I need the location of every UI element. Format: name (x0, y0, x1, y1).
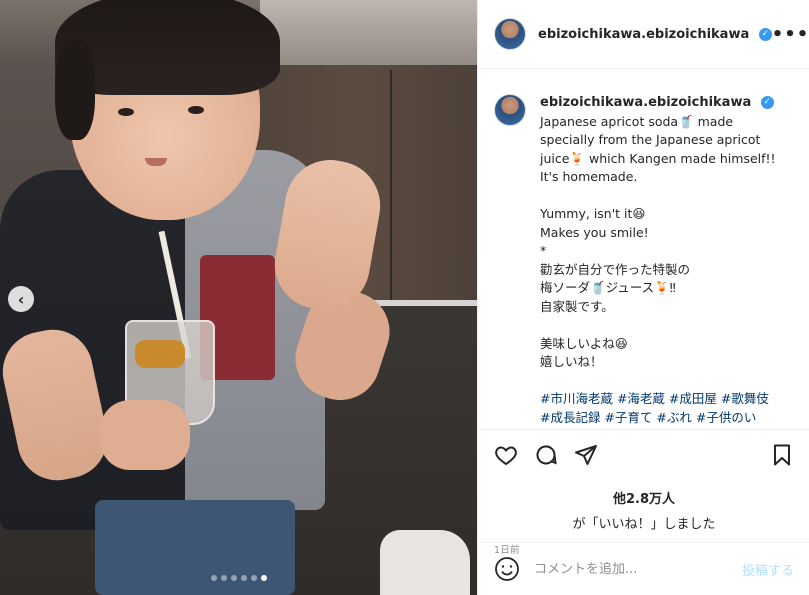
verified-badge-icon: ✓ (758, 27, 772, 41)
photo-plastic-bag (380, 530, 470, 595)
comment-input[interactable] (534, 561, 742, 577)
caption-line: * (540, 243, 547, 258)
post-photo[interactable]: ‹ (0, 0, 477, 595)
post-side-panel: ebizoichikawa.ebizoichikawa ✓ ••• ebizoi… (477, 0, 809, 595)
action-icons-row (494, 442, 794, 468)
photo-counter-top (260, 0, 477, 70)
username-text[interactable]: ebizoichikawa.ebizoichikawa (538, 27, 749, 42)
photo-kid-hair-side (55, 40, 95, 140)
carousel-dot (240, 575, 247, 581)
likes-count[interactable]: 他2.8万人 (494, 488, 794, 507)
chevron-left-icon: ‹ (17, 289, 25, 309)
avatar[interactable] (494, 18, 526, 50)
heart-icon[interactable] (494, 443, 518, 467)
caption-hashtags-cut[interactable]: #成長記録 #子育て #ぶれ #子供のい (540, 409, 790, 428)
caption-line: juice🍹 which Kangen made himself!! (540, 150, 776, 166)
carousel-dots (0, 575, 477, 581)
verified-badge-icon: ✓ (760, 96, 774, 109)
photo-kid-eye-left (118, 108, 134, 116)
caption-line: Japanese apricot soda🥤 made (540, 113, 734, 129)
carousel-dot (220, 575, 227, 581)
post-header: ebizoichikawa.ebizoichikawa ✓ ••• (478, 0, 809, 69)
bookmark-icon[interactable] (770, 443, 794, 467)
carousel-dot (230, 575, 237, 581)
caption-line: 梅ソーダ🥤ジュース🍹‼ (540, 280, 676, 295)
post-actions: 他2.8万人 が「いいね！」しました 1日前 (478, 429, 809, 556)
photo-kid-hand-holding-glass (100, 400, 190, 470)
emoji-icon[interactable] (494, 556, 520, 582)
caption-author-username[interactable]: ebizoichikawa.ebizoichikawa ✓ (540, 94, 790, 113)
post-comment-button[interactable]: 投稿する (742, 560, 794, 579)
photo-rail (370, 300, 477, 306)
photo-kid-eye-right (188, 106, 204, 114)
photo-cabinet-seam (390, 70, 392, 320)
photo-apricot-in-glass (135, 340, 185, 368)
carousel-dot (250, 575, 257, 581)
caption-line (540, 187, 790, 206)
caption-line: 美味しいよね😆 (540, 335, 628, 351)
photo-kid-mouth (145, 158, 167, 166)
carousel-dot (260, 575, 267, 581)
more-options-icon[interactable]: ••• (772, 24, 809, 45)
caption-line: 自家製です。 (540, 298, 614, 314)
caption-avatar[interactable] (494, 94, 526, 126)
carousel-prev-button[interactable]: ‹ (8, 286, 34, 312)
likes-text: が「いいね！」しました (572, 517, 716, 532)
carousel-dot (210, 575, 217, 581)
caption-line: 嬉しいね！ (540, 354, 603, 369)
post-author-username[interactable]: ebizoichikawa.ebizoichikawa ✓ (538, 27, 772, 42)
comment-icon[interactable] (534, 443, 558, 467)
caption-area: ebizoichikawa.ebizoichikawa ✓ Japanese a… (478, 70, 809, 428)
caption-line: Makes you smile! (540, 224, 649, 240)
caption-line: Yummy, isn't it😆 (540, 206, 646, 221)
caption-line (540, 372, 790, 391)
caption-text: Japanese apricot soda🥤 made specially fro… (540, 113, 790, 391)
caption-line: It's homemade. (540, 169, 638, 184)
caption-username-text[interactable]: ebizoichikawa.ebizoichikawa (540, 95, 751, 110)
caption-line (540, 316, 790, 335)
caption-hashtags[interactable]: #市川海老蔵 #海老蔵 #成田屋 #歌舞伎 (540, 390, 790, 409)
share-icon[interactable] (574, 443, 598, 467)
comment-bar: 投稿する (478, 542, 809, 595)
caption-line: specially from the Japanese apricot (540, 132, 761, 147)
caption-line: 勸玄が自分で作った特製の (540, 261, 691, 277)
caption: ebizoichikawa.ebizoichikawa ✓ Japanese a… (540, 94, 790, 428)
